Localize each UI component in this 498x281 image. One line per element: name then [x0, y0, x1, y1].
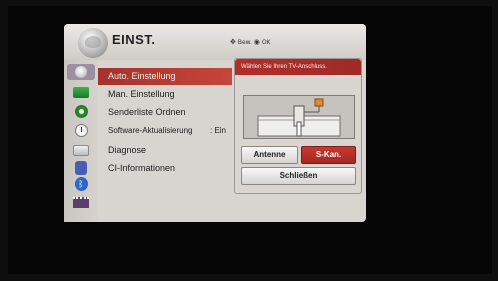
dpad-icon: ✥: [230, 38, 236, 46]
dialog-title: Wählen Sie Ihren TV-Anschluss.: [235, 59, 361, 75]
ok-hint-label: OK: [261, 39, 271, 46]
software-update-value: : Ein: [210, 126, 227, 135]
close-button[interactable]: Schließen: [241, 167, 356, 185]
category-icon-column: ᛒ: [64, 60, 98, 222]
bluetooth-icon[interactable]: ᛒ: [70, 176, 92, 192]
media-icon[interactable]: [70, 194, 92, 210]
ok-icon: ◉: [253, 38, 260, 46]
settings-header: EINST. ✥ Bew. ◉ OK: [64, 24, 366, 60]
wall-socket-illustration: [244, 96, 354, 138]
menu-item-diagnostics[interactable]: Diagnose: [108, 142, 146, 159]
nav-hint: ✥ Bew. ◉ OK: [230, 38, 271, 46]
picture-icon[interactable]: [70, 84, 92, 100]
lock-icon[interactable]: [70, 160, 92, 176]
page-title: EINST.: [112, 32, 156, 47]
clock-icon[interactable]: [70, 122, 92, 138]
antenna-button[interactable]: Antenne: [241, 146, 298, 164]
option-icon[interactable]: [70, 142, 92, 158]
menu-item-ci-info[interactable]: CI-Informationen: [108, 160, 175, 177]
satellite-button[interactable]: S-Kan.: [301, 146, 356, 164]
menu-item-manual-tuning[interactable]: Man. Einstellung: [108, 86, 175, 103]
connection-dialog: Wählen Sie Ihren TV-Anschluss. Antenne S…: [234, 58, 362, 194]
menu-item-channel-edit[interactable]: Senderliste Ordnen: [108, 104, 186, 121]
satellite-icon[interactable]: [67, 64, 95, 80]
settings-globe-icon: [78, 28, 108, 58]
menu-item-auto-tuning[interactable]: Auto. Einstellung: [98, 68, 232, 85]
nav-hint-label: Bew.: [237, 39, 252, 46]
menu-item-software-update[interactable]: Software-Aktualisierung: [108, 122, 192, 139]
connection-illustration: [243, 95, 355, 139]
audio-icon[interactable]: [70, 103, 92, 119]
